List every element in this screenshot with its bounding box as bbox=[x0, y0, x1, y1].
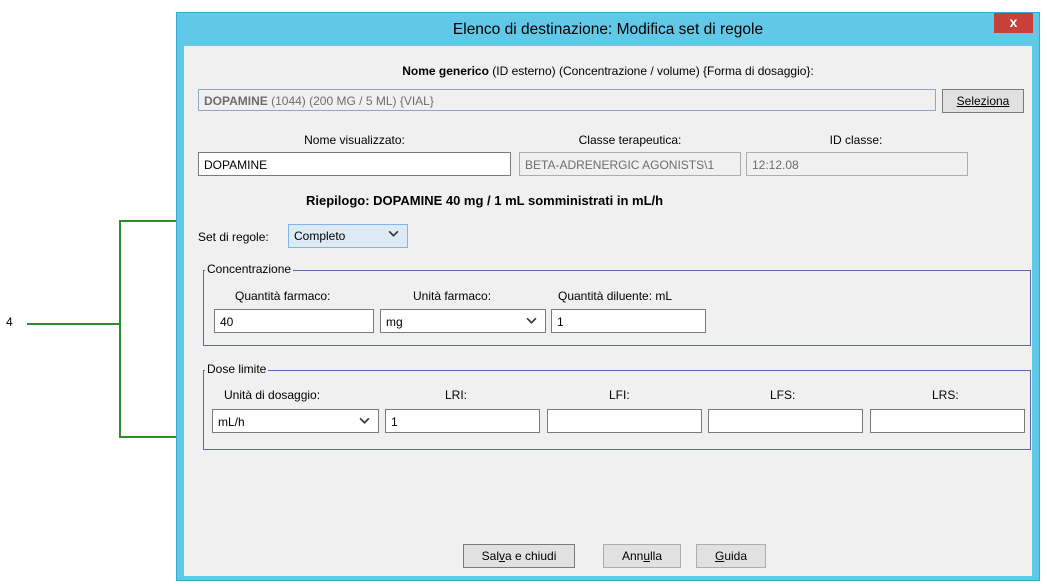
select-button[interactable]: Seleziona bbox=[942, 89, 1024, 113]
help-label-accel: G bbox=[714, 549, 725, 563]
generic-name-value-bold: DOPAMINE bbox=[204, 94, 268, 108]
dialog-window: Elenco di destinazione: Modifica set di … bbox=[176, 12, 1040, 581]
chevron-down-icon bbox=[526, 315, 537, 329]
help-button[interactable]: Guida bbox=[696, 544, 766, 568]
chevron-down-icon bbox=[388, 228, 399, 242]
drug-amount-input[interactable]: 40 bbox=[214, 309, 374, 333]
save-and-close-button[interactable]: Salva e chiudi bbox=[463, 544, 575, 568]
class-id-field: 12:12.08 bbox=[746, 152, 968, 176]
dose-limits-group-title: Dose limite bbox=[205, 362, 269, 376]
generic-name-field: DOPAMINE (1044) (200 MG / 5 ML) {VIAL} bbox=[198, 89, 936, 111]
save-label-part1: Sal bbox=[481, 549, 499, 563]
lfi-input[interactable] bbox=[547, 409, 702, 433]
lfs-label: LFS: bbox=[770, 388, 796, 402]
lri-input[interactable]: 1 bbox=[385, 409, 540, 433]
ruleset-dropdown[interactable]: Completo bbox=[288, 224, 408, 248]
cancel-label-part1: Ann bbox=[621, 549, 644, 563]
callout-bracket-vertical bbox=[119, 220, 121, 437]
chevron-down-icon bbox=[359, 415, 370, 429]
diluent-amount-label: Quantità diluente: mL bbox=[558, 289, 673, 303]
generic-name-value-rest: (1044) (200 MG / 5 ML) {VIAL} bbox=[267, 94, 434, 108]
dose-unit-dropdown[interactable]: mL/h bbox=[212, 409, 379, 433]
cancel-button[interactable]: Annulla bbox=[603, 544, 681, 568]
generic-name-header-rest: (ID esterno) (Concentrazione / volume) {… bbox=[488, 64, 814, 78]
drug-unit-dropdown[interactable]: mg bbox=[380, 309, 546, 333]
lfi-label: LFI: bbox=[609, 388, 630, 402]
drug-unit-label: Unità farmaco: bbox=[413, 289, 492, 303]
lri-label: LRI: bbox=[445, 388, 468, 402]
display-name-input[interactable]: DOPAMINE bbox=[198, 152, 511, 176]
lfs-input[interactable] bbox=[708, 409, 863, 433]
lrs-input[interactable] bbox=[870, 409, 1025, 433]
concentration-group-title: Concentrazione bbox=[205, 262, 294, 276]
help-label-part2: uida bbox=[724, 549, 748, 563]
save-label-part2: a e chiudi bbox=[504, 549, 557, 563]
callout-number: 4 bbox=[6, 315, 13, 329]
ruleset-value: Completo bbox=[294, 229, 346, 243]
cancel-label-part2: lla bbox=[650, 549, 663, 563]
dialog-content: Nome generico (ID esterno) (Concentrazio… bbox=[184, 46, 1032, 576]
display-name-label: Nome visualizzato: bbox=[304, 133, 405, 147]
therapeutic-class-label: Classe terapeutica: bbox=[578, 133, 682, 147]
generic-name-header-bold: Nome generico bbox=[402, 64, 489, 78]
dose-unit-label: Unità di dosaggio: bbox=[224, 388, 321, 402]
drug-unit-value: mg bbox=[386, 315, 403, 329]
title-bar: Elenco di destinazione: Modifica set di … bbox=[177, 13, 1039, 46]
summary-text: Riepilogo: DOPAMINE 40 mg / 1 mL sommini… bbox=[306, 193, 664, 208]
cancel-label-accel: u bbox=[643, 549, 651, 563]
class-id-label: ID classe: bbox=[829, 133, 883, 147]
window-title: Elenco di destinazione: Modifica set di … bbox=[452, 21, 764, 38]
select-button-label: Seleziona bbox=[956, 94, 1010, 108]
concentration-group bbox=[203, 270, 1031, 346]
drug-amount-label: Quantità farmaco: bbox=[235, 289, 331, 303]
callout-line-horizontal bbox=[27, 323, 120, 325]
diluent-amount-input[interactable]: 1 bbox=[551, 309, 706, 333]
close-icon[interactable]: x bbox=[994, 13, 1033, 33]
ruleset-label: Set di regole: bbox=[198, 230, 269, 244]
lrs-label: LRS: bbox=[932, 388, 959, 402]
generic-name-header: Nome generico (ID esterno) (Concentrazio… bbox=[184, 64, 1032, 78]
therapeutic-class-field: BETA-ADRENERGIC AGONISTS\1 bbox=[519, 152, 741, 176]
dose-unit-value: mL/h bbox=[218, 415, 245, 429]
